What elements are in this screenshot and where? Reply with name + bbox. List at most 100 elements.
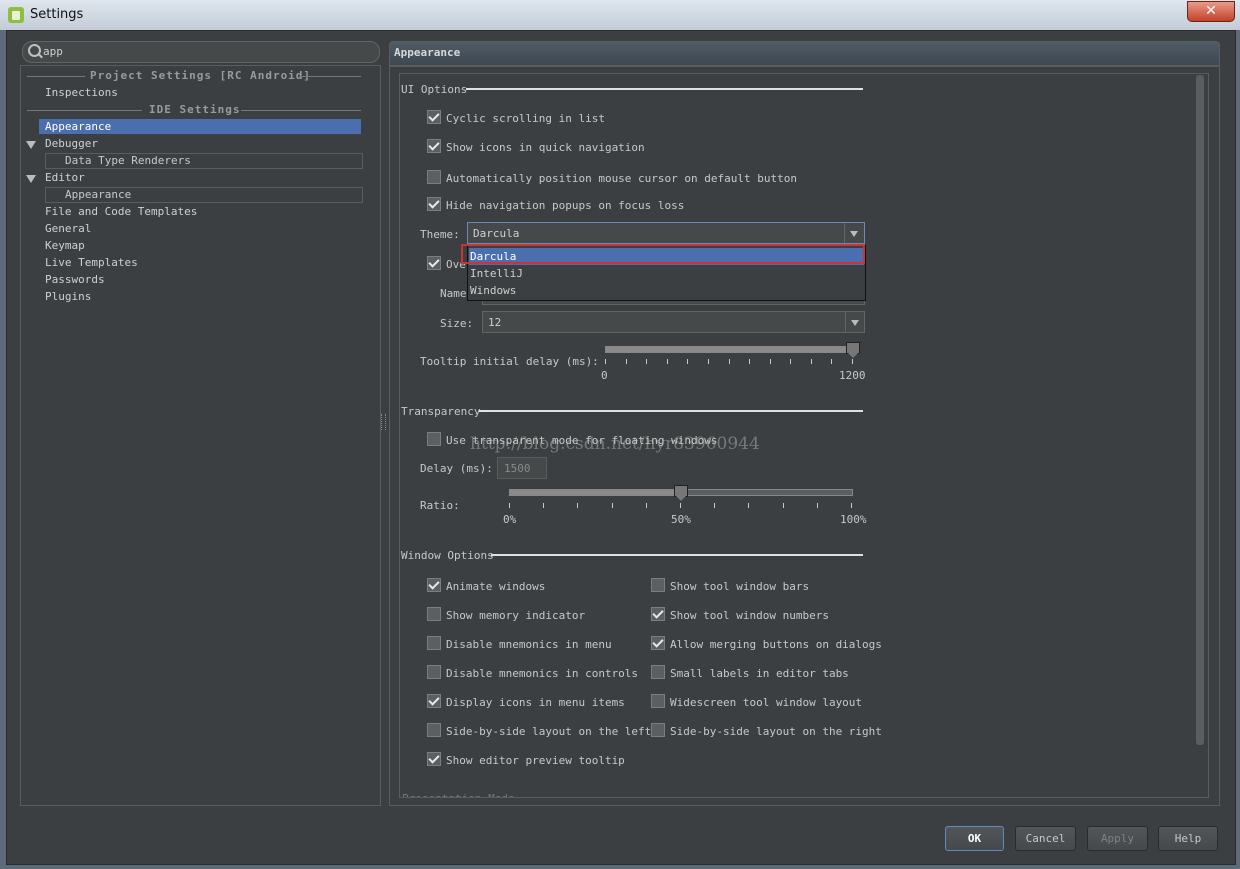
window-option-checkbox[interactable] xyxy=(651,694,665,708)
theme-option-label: Windows xyxy=(470,284,517,297)
tree-item-appearance-selected[interactable]: Appearance xyxy=(39,119,361,134)
window-title: Settings xyxy=(30,7,84,22)
auto-position-mouse-label: Automatically position mouse cursor on d… xyxy=(446,172,797,185)
window-option-label: Allow merging buttons on dialogs xyxy=(670,638,882,651)
window-option-checkbox[interactable] xyxy=(427,694,441,708)
cyclic-scrolling-checkbox[interactable] xyxy=(427,110,441,124)
divider xyxy=(27,110,142,111)
window-option-label: Show tool window numbers xyxy=(670,609,829,622)
ratio-tick-label: 100% xyxy=(840,513,867,526)
override-fonts-checkbox[interactable] xyxy=(427,256,441,270)
tree-item-file-templates[interactable]: File and Code Templates xyxy=(45,204,197,220)
tooltip-slider-tick xyxy=(707,359,709,364)
chevron-down-icon[interactable] xyxy=(850,231,858,237)
expand-triangle-icon[interactable] xyxy=(26,175,36,183)
tooltip-min-label: 0 xyxy=(601,369,608,382)
section-divider xyxy=(491,554,863,556)
close-button[interactable]: ✕ xyxy=(1187,1,1235,22)
expand-triangle-icon[interactable] xyxy=(26,141,36,149)
window-option-label: Side-by-side layout on the right xyxy=(670,725,882,738)
tooltip-slider-tick xyxy=(646,359,648,364)
apply-button[interactable]: Apply xyxy=(1087,826,1148,851)
theme-combobox[interactable]: Darcula xyxy=(467,222,865,244)
ratio-slider-tick xyxy=(851,503,852,508)
combo-divider xyxy=(844,223,845,243)
theme-option-intellij[interactable]: IntelliJ xyxy=(469,265,864,282)
combo-divider xyxy=(845,312,846,332)
ratio-slider-tick xyxy=(748,503,750,508)
font-size-combobox[interactable]: 12 xyxy=(482,311,865,333)
section-transparency-title: Transparency xyxy=(401,405,481,418)
tree-item-passwords[interactable]: Passwords xyxy=(45,272,105,288)
panel-title: Appearance xyxy=(394,46,461,59)
window-option-checkbox[interactable] xyxy=(651,607,665,621)
tree-item-editor[interactable]: Editor xyxy=(45,170,85,186)
window-option-checkbox[interactable] xyxy=(651,723,665,737)
window-option-checkbox[interactable] xyxy=(651,578,665,592)
tree-item-keymap[interactable]: Keymap xyxy=(45,238,85,254)
ratio-slider-tick xyxy=(680,503,681,508)
tooltip-slider-tick xyxy=(852,359,853,364)
window-option-label: Disable mnemonics in menu xyxy=(446,638,612,651)
theme-option-windows[interactable]: Windows xyxy=(469,282,864,299)
font-size-label: Size: xyxy=(440,317,474,330)
divider xyxy=(27,76,85,77)
ratio-slider-thumb[interactable] xyxy=(674,485,688,501)
ok-button[interactable]: OK xyxy=(945,826,1004,851)
window-option-label: Disable mnemonics in controls xyxy=(446,667,639,680)
window-option-label: Animate windows xyxy=(446,580,546,593)
search-input[interactable] xyxy=(22,41,380,63)
tree-item-plugins[interactable]: Plugins xyxy=(45,289,91,305)
window-option-checkbox[interactable] xyxy=(427,578,441,592)
tree-item-editor-appearance-box[interactable]: Appearance xyxy=(45,187,363,203)
window-option-checkbox[interactable] xyxy=(427,636,441,650)
tree-item-appearance: Appearance xyxy=(45,120,112,133)
tooltip-max-label: 1200 xyxy=(839,369,866,382)
window-option-label: Small labels in editor tabs xyxy=(670,667,849,680)
ratio-slider-tick xyxy=(714,503,716,508)
scrollbar[interactable] xyxy=(1196,75,1204,745)
android-studio-icon xyxy=(8,7,24,23)
font-size-value: 12 xyxy=(488,316,502,329)
ratio-slider-tick xyxy=(611,503,613,508)
window-option-label: Show editor preview tooltip xyxy=(446,754,625,767)
ratio-tick-label: 0% xyxy=(503,513,517,526)
hide-nav-popups-checkbox[interactable] xyxy=(427,197,441,211)
tree-item-data-type-renderers-box[interactable]: Data Type Renderers xyxy=(45,153,363,169)
tooltip-slider-tick xyxy=(769,359,771,364)
show-icons-quick-nav-label: Show icons in quick navigation xyxy=(446,141,645,154)
window-option-checkbox[interactable] xyxy=(427,752,441,766)
tooltip-slider-thumb[interactable] xyxy=(846,342,860,358)
tree-item-general[interactable]: General xyxy=(45,221,91,237)
settings-tree[interactable]: Project Settings [RC Android] Inspection… xyxy=(20,65,381,806)
chevron-down-icon[interactable] xyxy=(851,320,859,326)
tree-item-debugger[interactable]: Debugger xyxy=(45,136,98,152)
help-button[interactable]: Help xyxy=(1158,826,1218,851)
window-option-checkbox[interactable] xyxy=(651,636,665,650)
tooltip-slider-fill xyxy=(606,347,851,352)
auto-position-mouse-checkbox[interactable] xyxy=(427,170,441,184)
delay-input[interactable]: 1500 xyxy=(497,457,547,479)
window-option-checkbox[interactable] xyxy=(427,607,441,621)
next-section-title-clipped: Presentation Mode xyxy=(402,792,522,797)
splitter-handle[interactable] xyxy=(381,414,386,430)
tree-item-live-templates[interactable]: Live Templates xyxy=(45,255,138,271)
ratio-tick-label: 50% xyxy=(671,513,691,526)
cyclic-scrolling-label: Cyclic scrolling in list xyxy=(446,112,605,125)
window-option-label: Display icons in menu items xyxy=(446,696,625,709)
cancel-button[interactable]: Cancel xyxy=(1015,826,1076,851)
tree-item-inspections[interactable]: Inspections xyxy=(45,85,118,101)
tooltip-slider-tick xyxy=(728,359,730,364)
hide-nav-popups-label: Hide navigation popups on focus loss xyxy=(446,199,685,212)
theme-label: Theme: xyxy=(420,228,460,241)
tree-header-project: Project Settings [RC Android] xyxy=(90,69,312,82)
search-input-value[interactable]: app xyxy=(43,45,63,58)
window-option-checkbox[interactable] xyxy=(427,665,441,679)
transparent-mode-checkbox[interactable] xyxy=(427,432,441,446)
tooltip-slider-tick xyxy=(666,359,668,364)
show-icons-quick-nav-checkbox[interactable] xyxy=(427,139,441,153)
window-option-checkbox[interactable] xyxy=(651,665,665,679)
ratio-label: Ratio: xyxy=(420,499,460,512)
window-option-checkbox[interactable] xyxy=(427,723,441,737)
theme-combobox-value: Darcula xyxy=(473,227,520,240)
